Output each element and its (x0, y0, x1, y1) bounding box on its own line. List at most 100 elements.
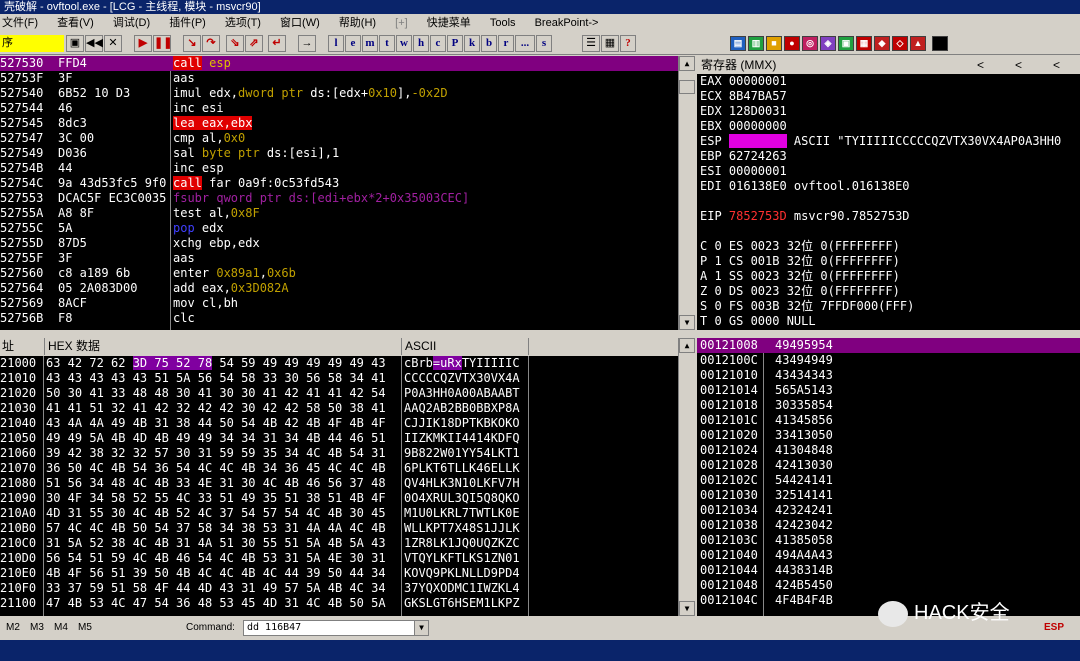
close-icon[interactable]: ✕ (104, 35, 122, 52)
stack-row[interactable]: 0012100C 43494949 (697, 353, 1080, 368)
toolbar-b-button[interactable]: b (481, 35, 497, 52)
stack-row[interactable]: 00121024 41304848 (697, 443, 1080, 458)
stack-pane[interactable]: 00121008 49495954 0012100C 43494949 00121010… (697, 338, 1080, 616)
disasm-row[interactable]: 527560 c8 a189 6b enter 0x89a1,0x6b (0, 266, 678, 281)
dump-row[interactable]: 21040 43 4A 4A 49 4B 31 38 44 50 54 4B 42… (0, 416, 678, 431)
command-input[interactable]: dd 116B47 ▼ (243, 620, 429, 636)
scroll-down-icon[interactable]: ▼ (679, 315, 695, 330)
register-line[interactable]: EBX 00000000 (697, 119, 1080, 134)
disasm-row[interactable]: 52754B 44 inc esp (0, 161, 678, 176)
disasm-row[interactable]: 527545 8dc3 lea eax,ebx (0, 116, 678, 131)
register-line[interactable]: T 0 GS 0000 NULL (697, 314, 1080, 329)
disasm-row[interactable]: 52753F 3F aas (0, 71, 678, 86)
toolbar-p-button[interactable]: P (447, 35, 463, 52)
stack-row[interactable]: 00121014 565A5143 (697, 383, 1080, 398)
dump-header-addr[interactable]: 址 (2, 338, 14, 355)
toolbar-l-button[interactable]: l (328, 35, 344, 52)
register-line[interactable]: P 1 CS 001B 32位 0(FFFFFFFF) (697, 254, 1080, 269)
dump-row[interactable]: 21080 51 56 34 48 4C 4B 33 4E 31 30 4C 4B… (0, 476, 678, 491)
disasm-row[interactable]: 52755C 5A pop edx (0, 221, 678, 236)
register-line[interactable]: EAX 00000001 (697, 74, 1080, 89)
stack-row[interactable]: 00121008 49495954 (697, 338, 1080, 353)
stack-row[interactable]: 00121020 33413050 (697, 428, 1080, 443)
dump-row[interactable]: 210D0 56 54 51 59 4C 4B 46 54 4C 4B 53 31… (0, 551, 678, 566)
menu-tools[interactable]: Tools (488, 14, 518, 33)
menu-plus[interactable]: [+] (393, 14, 410, 33)
dump-row[interactable]: 21010 43 43 43 43 43 51 5A 56 54 58 33 30… (0, 371, 678, 386)
register-line[interactable]: A 1 SS 0023 32位 0(FFFFFFFF) (697, 269, 1080, 284)
step-over-icon[interactable]: ↷ (202, 35, 220, 52)
step-into-icon[interactable]: ↘ (183, 35, 201, 52)
disasm-row[interactable]: 527564 05 2A083D00 add eax,0x3D082A (0, 281, 678, 296)
disasm-row[interactable]: 527544 46 inc esi (0, 101, 678, 116)
stack-row[interactable]: 0012102C 54424141 (697, 473, 1080, 488)
plugin-icon-2[interactable]: ▥ (748, 36, 764, 51)
memory-dump-pane[interactable]: 21000 63 42 72 62 3D 75 52 78 54 59 49 49… (0, 356, 678, 616)
dump-row[interactable]: 21000 63 42 72 62 3D 75 52 78 54 59 49 49… (0, 356, 678, 371)
register-line[interactable]: S 0 FS 003B 32位 7FFDF000(FFF) (697, 299, 1080, 314)
dump-scrollbar[interactable]: ▲ ▼ (678, 338, 695, 616)
m4-button[interactable]: M4 (54, 617, 68, 639)
register-line[interactable]: C 0 ES 0023 32位 0(FFFFFFFF) (697, 239, 1080, 254)
help-icon[interactable]: ? (620, 35, 636, 52)
run-icon[interactable]: ▶ (134, 35, 152, 52)
execute-till-return-icon[interactable]: ↵ (268, 35, 286, 52)
open-icon[interactable]: ▣ (66, 35, 84, 52)
disasm-row[interactable]: 52756B F8 clc (0, 311, 678, 326)
menu-help[interactable]: 帮助(H) (337, 14, 378, 33)
menu-file[interactable]: 文件(F) (0, 14, 40, 33)
plugin-icon-11[interactable]: ▲ (910, 36, 926, 51)
plugin-icon-3[interactable]: ■ (766, 36, 782, 51)
m5-button[interactable]: M5 (78, 617, 92, 639)
plugin-icon-12[interactable] (932, 36, 948, 51)
disasm-row[interactable]: 527549 D036 sal byte ptr ds:[esi],1 (0, 146, 678, 161)
m3-button[interactable]: M3 (30, 617, 44, 639)
nav-prev-1[interactable]: < (977, 56, 984, 74)
register-line[interactable]: ECX 8B47BA57 (697, 89, 1080, 104)
plugin-icon-5[interactable]: ◎ (802, 36, 818, 51)
m2-button[interactable]: M2 (6, 617, 20, 639)
disasm-row[interactable]: 527547 3C 00 cmp al,0x0 (0, 131, 678, 146)
scroll-thumb[interactable] (679, 80, 695, 94)
dump-row[interactable]: 210B0 57 4C 4C 4B 50 54 37 58 34 38 53 31… (0, 521, 678, 536)
menu-plugins[interactable]: 插件(P) (167, 14, 208, 33)
dump-row[interactable]: 21100 47 4B 53 4C 47 54 36 48 53 45 4D 31… (0, 596, 678, 611)
dump-row[interactable]: 21090 30 4F 34 58 52 55 4C 33 51 49 35 51… (0, 491, 678, 506)
plugin-icon-9[interactable]: ◆ (874, 36, 890, 51)
disasm-row[interactable]: 52755D 87D5 xchg ebp,edx (0, 236, 678, 251)
menu-shortcut[interactable]: 快捷菜单 (425, 14, 473, 33)
menu-debug[interactable]: 调试(D) (111, 14, 152, 33)
dump-row[interactable]: 21030 41 41 51 32 41 42 32 42 42 30 42 42… (0, 401, 678, 416)
stack-row[interactable]: 00121028 42413030 (697, 458, 1080, 473)
stack-row[interactable]: 00121018 30335854 (697, 398, 1080, 413)
disassembly-pane[interactable]: 527530 FFD4 call esp 52753F 3F aas 527540 6B52 … (0, 56, 678, 330)
scroll-up-icon[interactable]: ▲ (679, 56, 695, 71)
toolbar-r-button[interactable]: r (498, 35, 514, 52)
menu-window[interactable]: 窗口(W) (278, 14, 322, 33)
list-icon[interactable]: ☰ (582, 35, 600, 52)
toolbar-h-button[interactable]: h (413, 35, 429, 52)
disasm-row[interactable]: 52755A A8 8F test al,0x8F (0, 206, 678, 221)
disasm-row[interactable]: 52755F 3F aas (0, 251, 678, 266)
dump-row[interactable]: 210E0 4B 4F 56 51 39 50 4B 4C 4C 4B 4C 44… (0, 566, 678, 581)
stack-row[interactable]: 00121044 4438314B (697, 563, 1080, 578)
dump-row[interactable]: 21060 39 42 38 32 32 57 30 31 59 59 35 34… (0, 446, 678, 461)
plugin-icon-7[interactable]: ▣ (838, 36, 854, 51)
plugin-icon-4[interactable]: ● (784, 36, 800, 51)
menu-options[interactable]: 选项(T) (223, 14, 263, 33)
chevron-down-icon[interactable]: ▼ (414, 621, 428, 635)
menu-view[interactable]: 查看(V) (55, 14, 96, 33)
toolbar-more-button[interactable]: ... (515, 35, 535, 52)
dump-row[interactable]: 210C0 31 5A 52 38 4C 4B 31 4A 51 30 55 51… (0, 536, 678, 551)
register-line[interactable]: EDX 128D0031 (697, 104, 1080, 119)
toolbar-e-button[interactable]: e (345, 35, 361, 52)
toolbar-t-button[interactable]: t (379, 35, 395, 52)
dump-header-ascii[interactable]: ASCII (405, 338, 436, 355)
toolbar-s-button[interactable]: s (536, 35, 552, 52)
register-line[interactable]: ESI 00000001 (697, 164, 1080, 179)
disasm-row[interactable]: 52754C 9a 43d53fc5 9f0 call far 0a9f:0c53f… (0, 176, 678, 191)
goto-icon[interactable]: → (298, 35, 316, 52)
plugin-icon-10[interactable]: ◇ (892, 36, 908, 51)
toolbar-w-button[interactable]: w (396, 35, 412, 52)
dump-row[interactable]: 210F0 33 37 59 51 58 4F 44 4D 43 31 49 57… (0, 581, 678, 596)
